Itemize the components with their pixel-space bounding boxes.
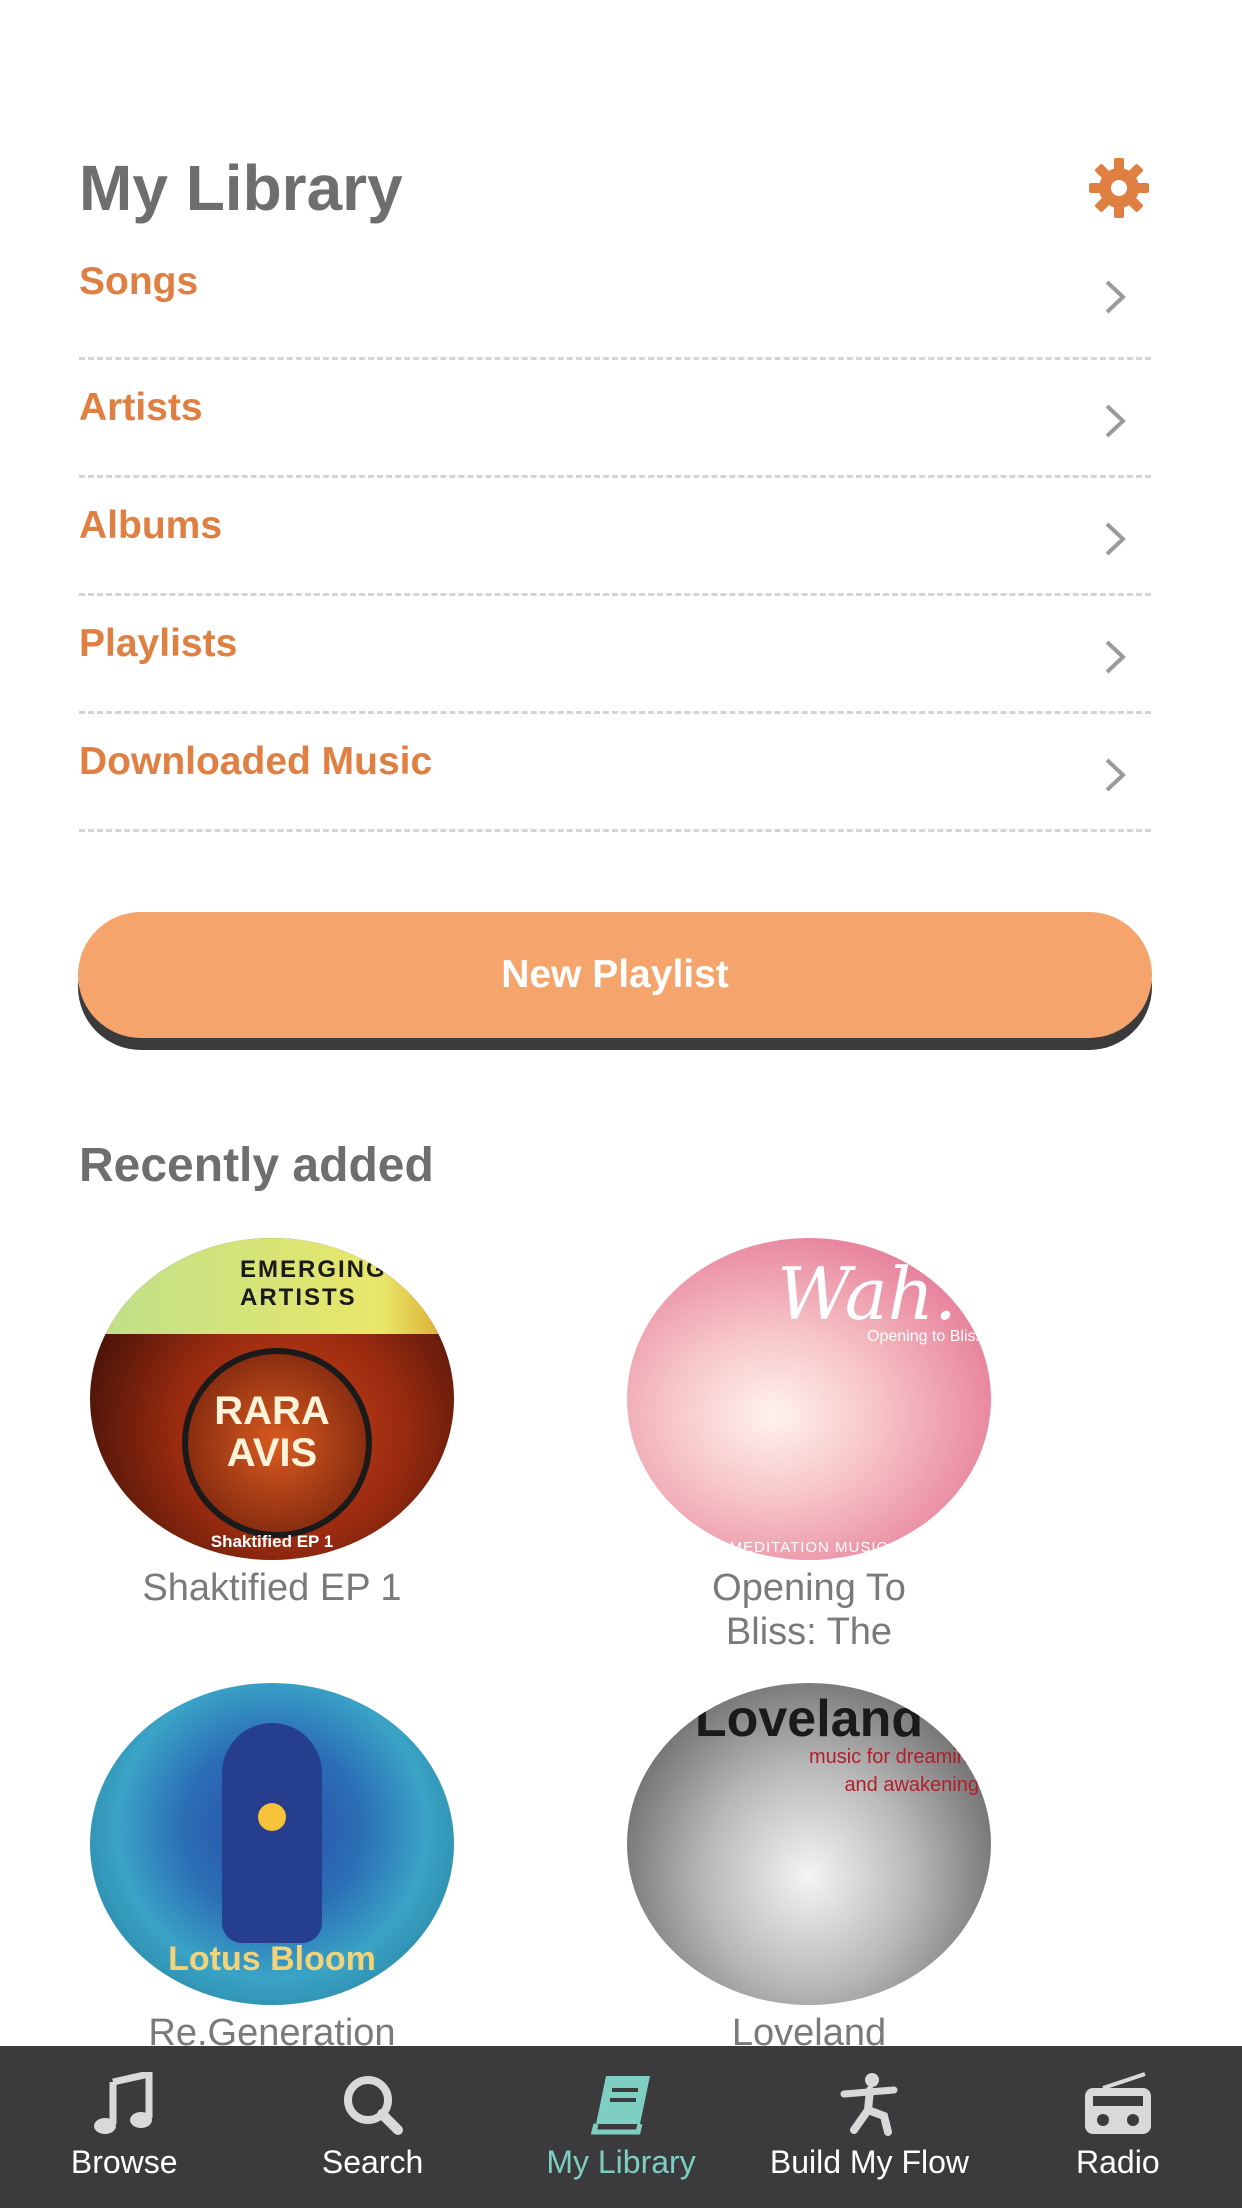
album-art-footer: Shaktified EP 1	[210, 1532, 334, 1551]
recently-added-title: Recently added	[79, 1139, 434, 1192]
tab-label: Browse	[70, 2144, 178, 2180]
tab-search[interactable]: Search	[248, 2046, 496, 2208]
menu-item-label: Playlists	[79, 622, 238, 665]
header: My Library	[79, 148, 1151, 228]
menu-item-playlists[interactable]: Playlists	[79, 596, 1151, 714]
tab-my-library[interactable]: My Library	[497, 2046, 745, 2208]
menu-item-songs[interactable]: Songs	[79, 240, 1151, 360]
yoga-figure-icon	[840, 2073, 898, 2136]
chevron-right-icon	[1105, 404, 1126, 438]
tab-build-my-flow[interactable]: Build My Flow	[745, 2046, 993, 2208]
menu-item-label: Songs	[79, 260, 199, 303]
menu-item-label: Downloaded Music	[79, 740, 433, 783]
radio-icon	[1084, 2072, 1151, 2134]
music-note-icon	[94, 2072, 153, 2134]
meditating-figure	[222, 1723, 322, 1943]
tab-label: Build My Flow	[769, 2144, 969, 2180]
menu-item-artists[interactable]: Artists	[79, 360, 1151, 478]
page-title: My Library	[79, 152, 403, 224]
album-name: Shaktified EP 1	[142, 1567, 402, 1609]
album-art: Loveland music for dreaming and awakening	[627, 1683, 991, 2005]
album-art-title: Loveland	[694, 1690, 924, 1748]
album-art-subtitle: Opening to Bliss	[867, 1328, 984, 1345]
album-art-title: Wah.	[777, 1252, 957, 1336]
chevron-right-icon	[1105, 758, 1126, 792]
album-card[interactable]: EMERGING ARTISTS RARA AVIS Shaktified EP 1…	[82, 1238, 462, 1610]
gear-icon[interactable]	[1087, 156, 1151, 220]
chevron-right-icon	[1105, 280, 1126, 314]
book-icon	[590, 2076, 651, 2135]
menu-item-downloaded-music[interactable]: Downloaded Music	[79, 714, 1151, 832]
album-art-text: EMERGING ARTISTS	[240, 1256, 387, 1311]
glow-dot	[258, 1803, 286, 1831]
menu-item-label: Albums	[79, 504, 223, 547]
new-playlist-label: New Playlist	[501, 953, 729, 996]
chevron-right-icon	[1105, 522, 1126, 556]
album-art: EMERGING ARTISTS RARA AVIS Shaktified EP 1	[90, 1238, 454, 1560]
menu-item-label: Artists	[79, 386, 203, 429]
tab-label: My Library	[546, 2144, 696, 2180]
tab-browse[interactable]: Browse	[0, 2046, 248, 2208]
library-menu: Songs Artists Albums Playlists Downloade…	[79, 240, 1151, 832]
album-art-title: RARA AVIS	[214, 1389, 330, 1475]
chevron-right-icon	[1105, 640, 1126, 674]
new-playlist-button[interactable]: New Playlist	[78, 912, 1152, 1038]
album-card[interactable]: Wah. Opening to Bliss MEDITATION MUSIC O…	[619, 1238, 999, 1654]
menu-item-albums[interactable]: Albums	[79, 478, 1151, 596]
tab-label: Radio	[1076, 2144, 1160, 2180]
tab-label: Search	[321, 2144, 424, 2180]
album-name: Opening To Bliss: The	[712, 1567, 906, 1653]
album-art-title: Lotus Bloom	[168, 1940, 376, 1978]
album-art-footer: MEDITATION MUSIC	[729, 1539, 889, 1556]
tab-bar: Browse Search My Library Build My Flow R…	[0, 2046, 1242, 2208]
album-art: Wah. Opening to Bliss MEDITATION MUSIC	[627, 1238, 991, 1560]
album-art: Lotus Bloom	[90, 1683, 454, 2005]
album-art-subtitle: music for dreaming and awakening	[808, 1746, 979, 1796]
album-card[interactable]: Loveland music for dreaming and awakening…	[619, 1683, 999, 2055]
tab-radio[interactable]: Radio	[994, 2046, 1242, 2208]
search-icon	[343, 2076, 403, 2135]
album-card[interactable]: Lotus Bloom Re.Generation	[82, 1683, 462, 2055]
